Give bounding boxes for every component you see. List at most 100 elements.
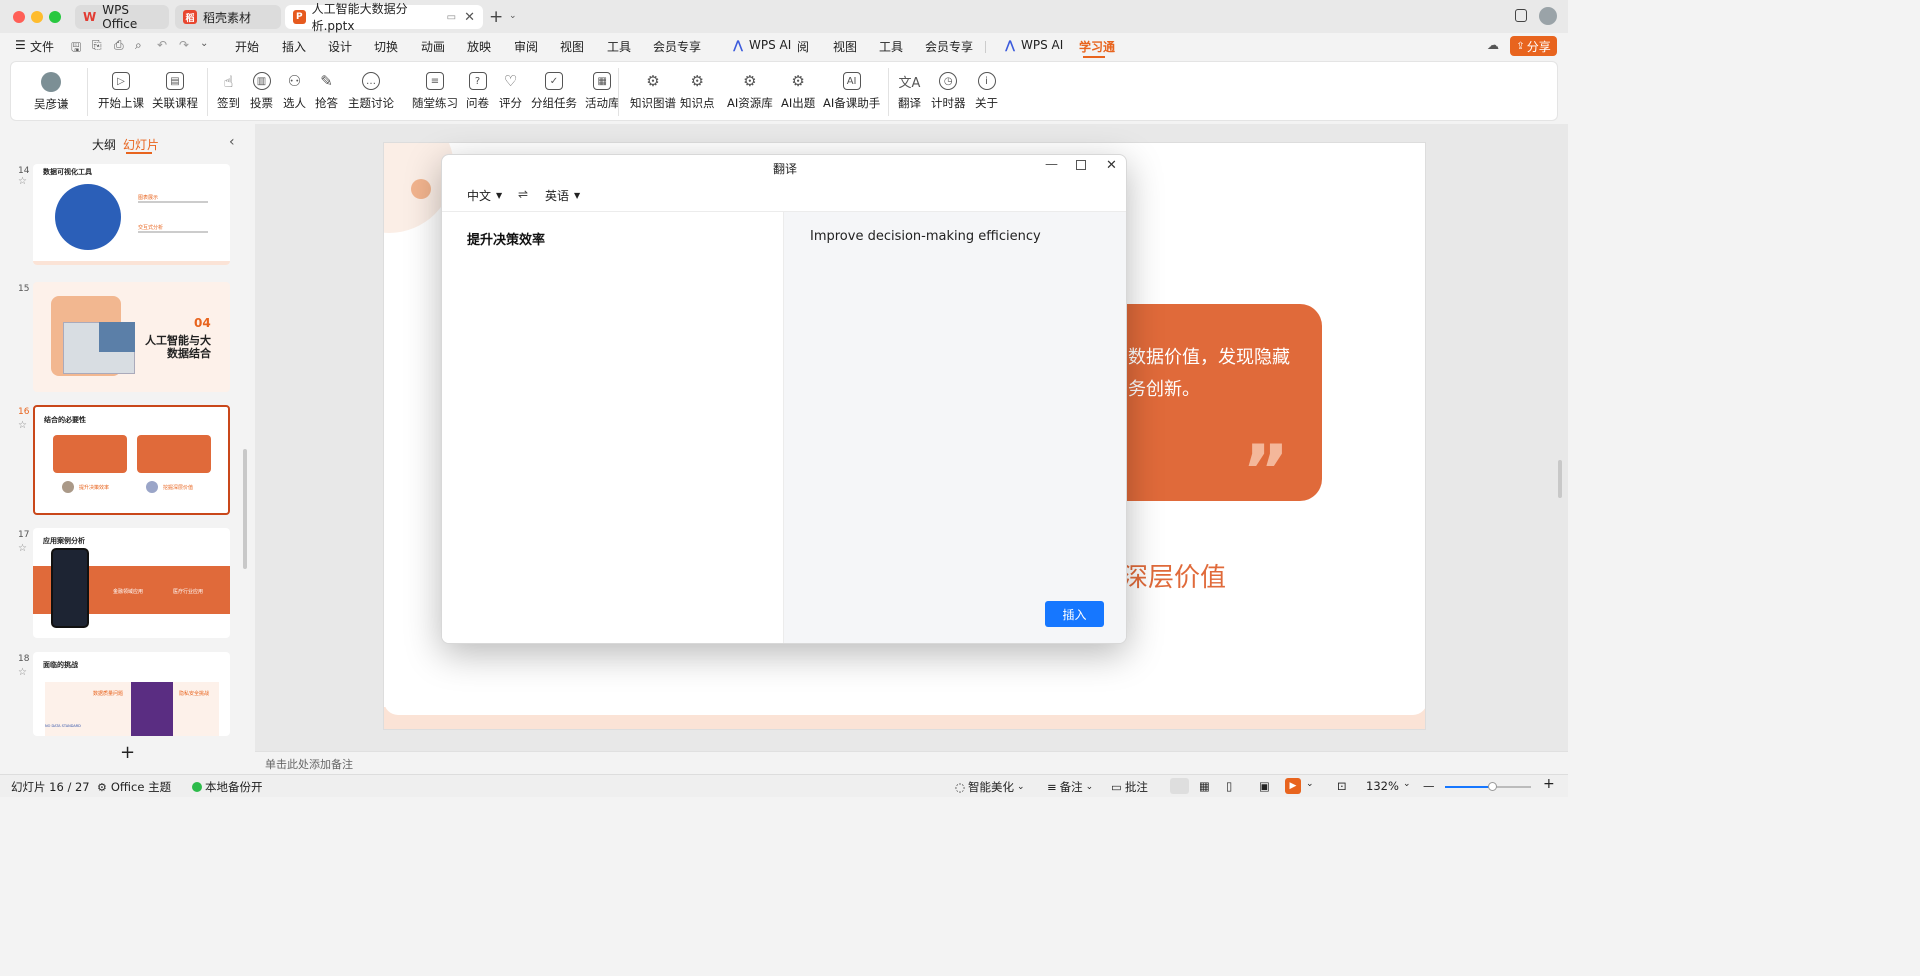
fit-window-icon[interactable]: ⊡	[1337, 779, 1347, 793]
panel-scrollbar[interactable]	[243, 449, 247, 569]
swap-languages-icon[interactable]: ⇌	[518, 187, 528, 201]
start-class-button[interactable]: ▷ 开始上课	[98, 72, 144, 111]
source-language-select[interactable]: 中文 ▼	[467, 187, 502, 204]
redo-icon[interactable]: ↷	[179, 38, 189, 52]
menu-wps-ai[interactable]: WPS AI	[749, 38, 791, 52]
monitor-icon[interactable]: ▭	[447, 12, 456, 23]
chevron-down-icon[interactable]: ⌄	[200, 38, 208, 49]
star-icon[interactable]: ☆	[18, 176, 27, 187]
smart-beautify-button[interactable]: ◌ 智能美化 ⌄	[955, 779, 1025, 795]
star-icon[interactable]: ☆	[18, 667, 27, 678]
tab-docer[interactable]: 稻 稻壳素材	[175, 5, 281, 29]
notes-toggle-button[interactable]: ≡ 备注 ⌄	[1047, 779, 1093, 795]
star-icon[interactable]: ☆	[18, 420, 27, 431]
group-task-button[interactable]: ✓ 分组任务	[531, 72, 577, 111]
timer-button[interactable]: ◷ 计时器	[931, 72, 966, 111]
grid-view-icon[interactable]: ▦	[1199, 779, 1210, 793]
zoom-window-button[interactable]	[49, 11, 61, 23]
tab-outline[interactable]: 大纲	[92, 136, 116, 153]
comments-button[interactable]: ▭ 批注	[1111, 779, 1148, 795]
add-slide-button[interactable]: +	[120, 742, 135, 763]
undo-icon[interactable]: ↶	[157, 38, 167, 52]
zoom-slider-handle[interactable]	[1488, 782, 1497, 791]
backup-status[interactable]: 本地备份开	[192, 779, 263, 795]
vote-button[interactable]: ▥ 投票	[250, 72, 273, 111]
menu-member[interactable]: 会员专享	[653, 38, 701, 55]
tab-pptx[interactable]: P 人工智能大数据分析.pptx ▭ ✕	[285, 2, 483, 33]
link-course-button[interactable]: ▤ 关联课程	[152, 72, 198, 111]
slide-thumbnail-18[interactable]: 面临的挑战 NO DATA STANDARD 数据质量问题 隐私安全挑战	[33, 652, 230, 736]
zoom-level[interactable]: 132%	[1366, 779, 1399, 793]
theme-button[interactable]: ⚙ Office 主题	[97, 779, 171, 795]
share-button[interactable]: ⇪ 分享	[1510, 36, 1557, 56]
sign-in-button[interactable]: ☝ 签到	[217, 72, 240, 111]
knowledge-graph-button[interactable]: ⚙ 知识图谱	[630, 72, 676, 111]
target-language-select[interactable]: 英语 ▼	[545, 187, 580, 204]
tab-slides[interactable]: 幻灯片	[123, 136, 159, 153]
collapse-panel-icon[interactable]: ‹	[229, 134, 235, 150]
menu-design[interactable]: 设计	[328, 38, 352, 55]
source-text-area[interactable]: 提升决策效率	[442, 212, 783, 643]
main-scrollbar[interactable]	[1558, 460, 1562, 498]
about-button[interactable]: i 关于	[975, 72, 998, 111]
notes-pane[interactable]: 单击此处添加备注	[255, 751, 1568, 774]
chevron-down-icon[interactable]: ⌄	[1403, 779, 1411, 789]
rating-button[interactable]: ♡ 评分	[499, 72, 522, 111]
quick-answer-button[interactable]: ✎ 抢答	[315, 72, 338, 111]
maximize-icon[interactable]	[1076, 160, 1086, 170]
user-profile-button[interactable]: 吴彦谦	[34, 72, 69, 112]
menu-insert[interactable]: 插入	[282, 38, 306, 55]
menu-member-2[interactable]: 会员专享	[925, 38, 973, 55]
menu-review[interactable]: 审阅	[514, 38, 538, 55]
menu-view[interactable]: 视图	[560, 38, 584, 55]
menu-transition[interactable]: 切换	[374, 38, 398, 55]
activity-library-button[interactable]: ▦ 活动库	[585, 72, 620, 111]
avatar[interactable]	[1539, 7, 1557, 25]
menu-file[interactable]: 文件	[30, 38, 54, 55]
close-window-button[interactable]	[13, 11, 25, 23]
menu-view-2[interactable]: 视图	[833, 38, 857, 55]
tab-wps-office[interactable]: W WPS Office	[75, 3, 169, 31]
menu-animation[interactable]: 动画	[421, 38, 445, 55]
preview-icon[interactable]: ⌕	[135, 38, 142, 53]
menu-slideshow[interactable]: 放映	[467, 38, 491, 55]
insert-button[interactable]: 插入	[1045, 601, 1104, 627]
zoom-out-icon[interactable]: —	[1423, 779, 1435, 793]
ai-question-button[interactable]: ⚙ AI出题	[781, 72, 815, 111]
cloud-upload-icon[interactable]: ☁	[1487, 38, 1499, 52]
presenter-view-icon[interactable]: ▣	[1259, 779, 1270, 793]
topic-discussion-button[interactable]: … 主题讨论	[348, 72, 394, 111]
window-layout-icon[interactable]	[1515, 9, 1527, 22]
close-icon[interactable]: ✕	[1106, 158, 1117, 173]
zoom-in-icon[interactable]: +	[1543, 776, 1555, 792]
slide-thumbnail-17[interactable]: 应用案例分析 金融领域应用 医疗行业应用	[33, 528, 230, 638]
chevron-down-icon[interactable]: ⌄	[1306, 779, 1314, 789]
hamburger-icon[interactable]: ☰	[15, 38, 26, 52]
new-tab-icon[interactable]: +	[489, 7, 503, 27]
ai-resource-library-button[interactable]: ⚙ AI资源库	[727, 72, 773, 111]
menu-tools-2[interactable]: 工具	[879, 38, 903, 55]
pick-person-button[interactable]: ⚇ 选人	[283, 72, 306, 111]
star-icon[interactable]: ☆	[18, 543, 27, 554]
export-icon[interactable]: ⎘	[92, 38, 102, 53]
minimize-window-button[interactable]	[31, 11, 43, 23]
translate-button[interactable]: 文A 翻译	[898, 72, 921, 111]
menu-wps-ai-2[interactable]: WPS AI	[1021, 38, 1063, 52]
normal-view-button[interactable]	[1170, 778, 1189, 794]
play-slideshow-button[interactable]: ▶	[1285, 778, 1301, 794]
ai-lesson-assistant-button[interactable]: AI AI备课助手	[823, 72, 880, 111]
save-icon[interactable]: 🖫	[71, 38, 81, 59]
chevron-down-icon[interactable]: ⌄	[509, 11, 517, 21]
close-tab-icon[interactable]: ✕	[464, 10, 475, 25]
slide-thumbnail-15[interactable]: 04 人工智能与大数据结合	[33, 282, 230, 392]
minimize-icon[interactable]: —	[1045, 157, 1058, 172]
menu-xuexitong[interactable]: 学习通	[1079, 38, 1115, 55]
questionnaire-button[interactable]: ? 问卷	[466, 72, 489, 111]
slide-thumbnail-16[interactable]: 结合的必要性 提升决策效率 挖掘深层价值	[33, 405, 230, 515]
reading-view-icon[interactable]: ▯	[1226, 779, 1232, 793]
menu-home[interactable]: 开始	[235, 38, 259, 55]
print-icon[interactable]: ⎙	[114, 38, 124, 53]
menu-read[interactable]: 阅	[797, 38, 809, 55]
knowledge-point-button[interactable]: ⚙ 知识点	[680, 72, 715, 111]
in-class-exercise-button[interactable]: ≡ 随堂练习	[412, 72, 458, 111]
